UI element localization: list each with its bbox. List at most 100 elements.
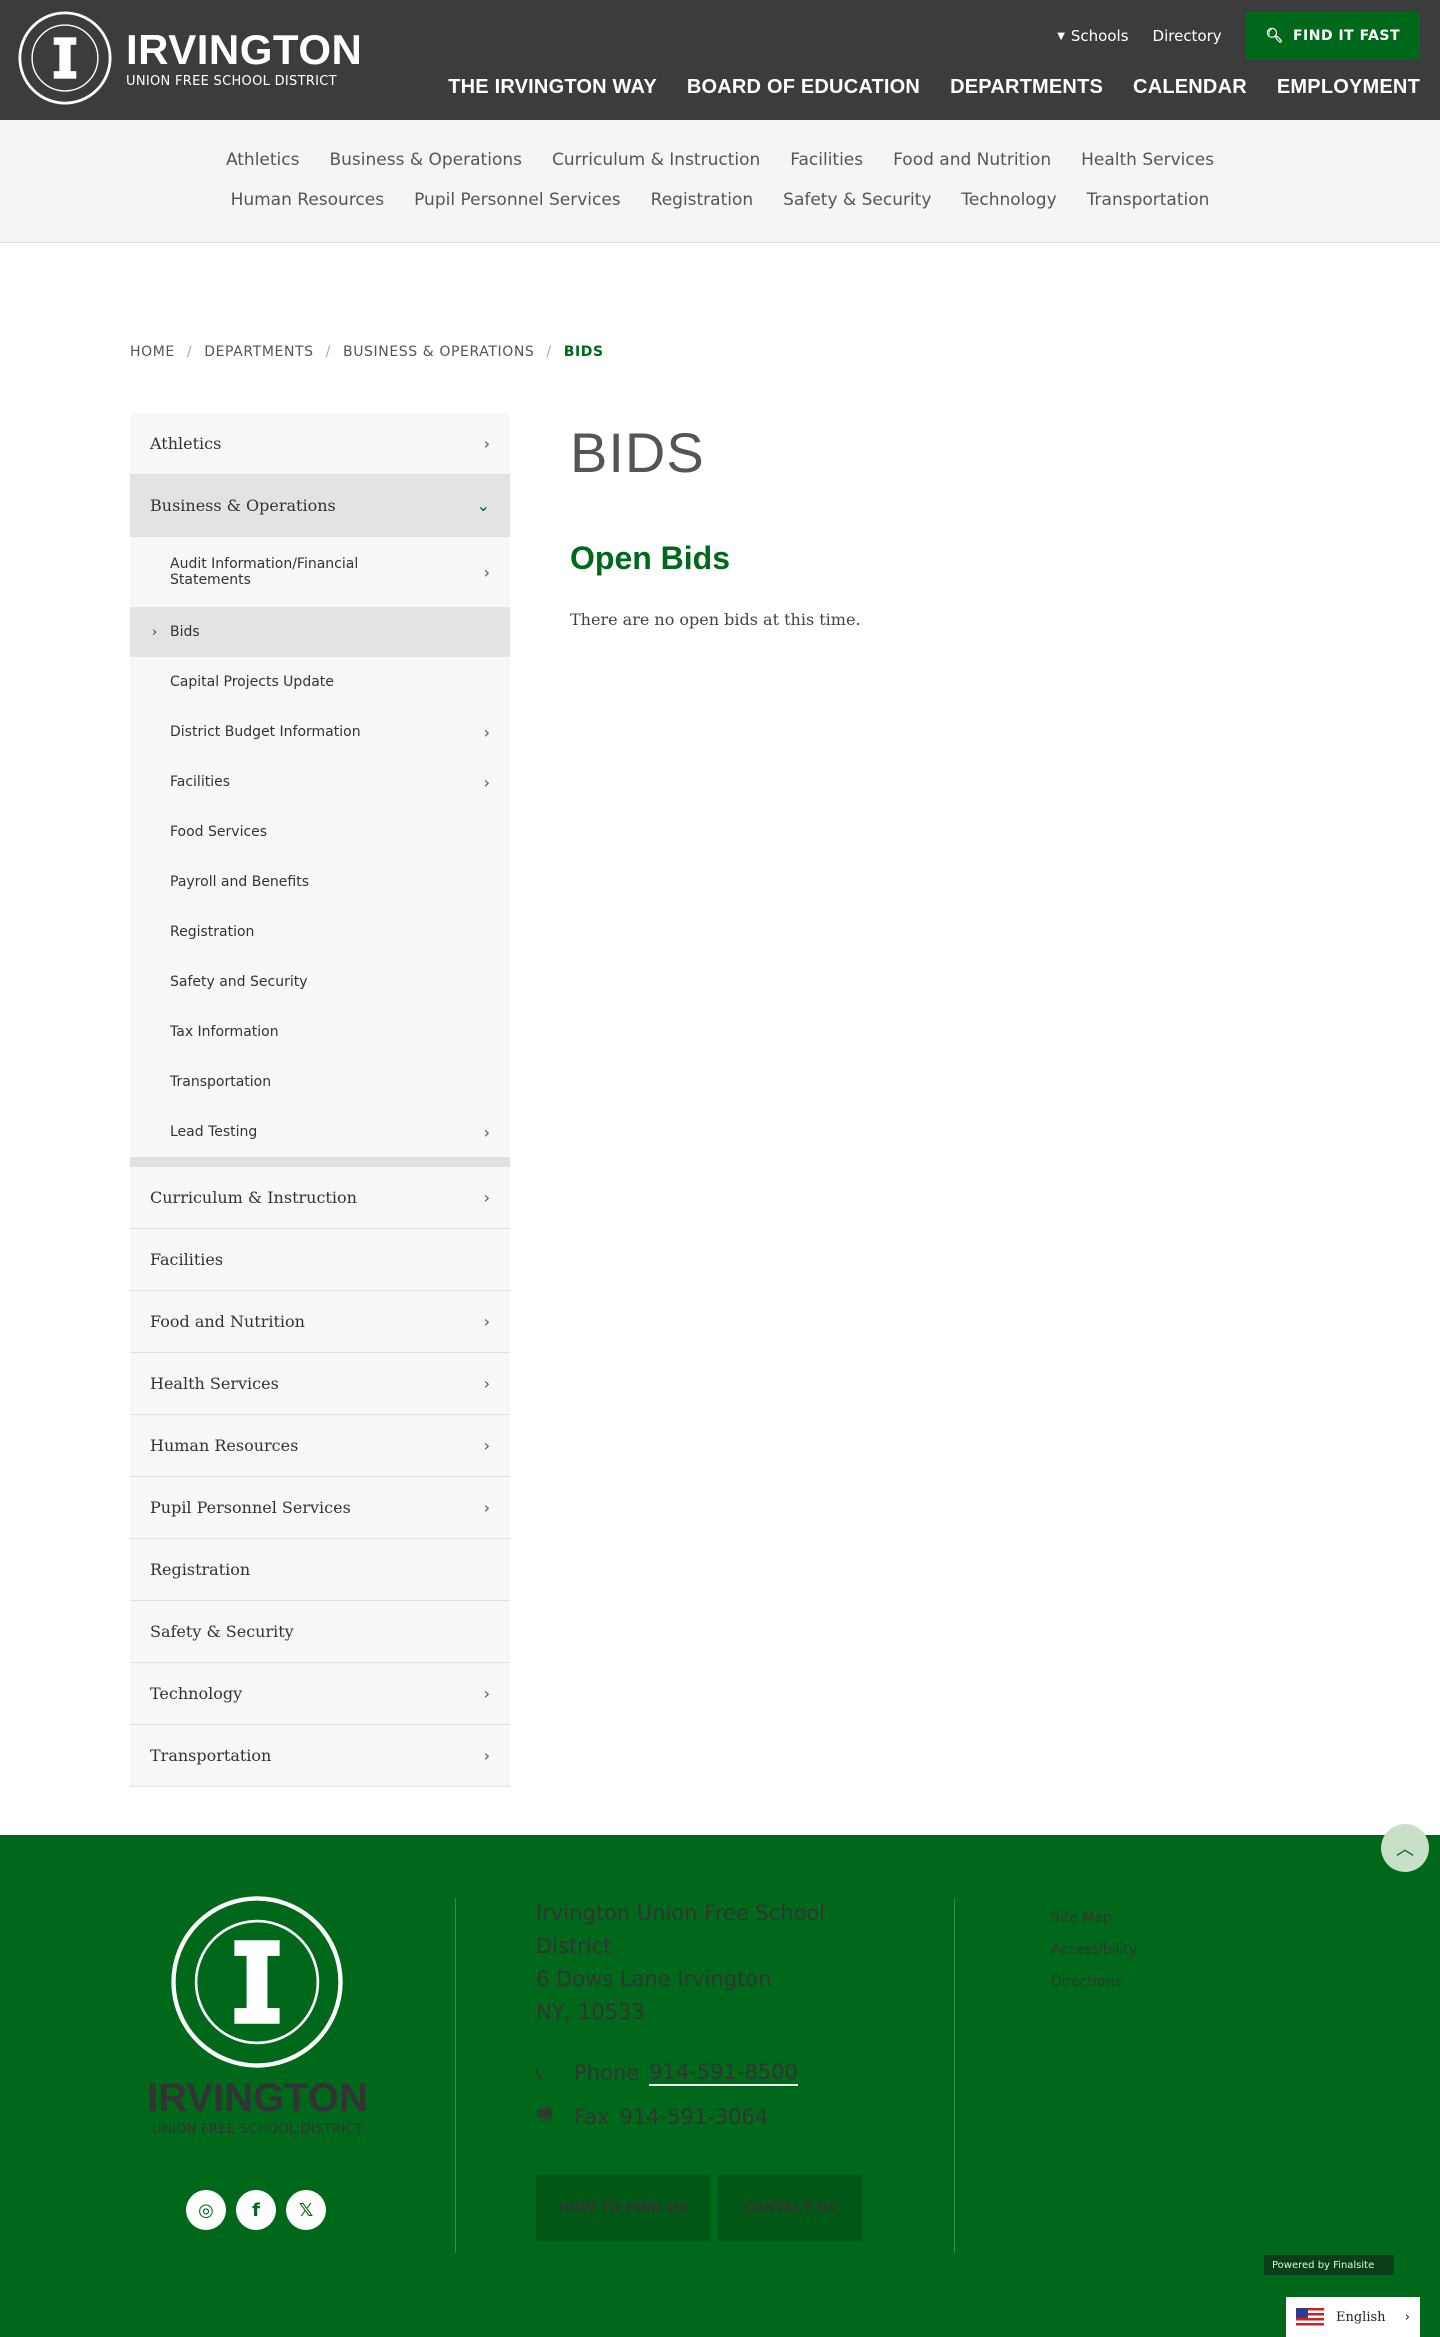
accessibility-link[interactable]: Accessibility [1051, 1934, 1137, 1966]
breadcrumb-separator: / [186, 344, 193, 360]
main-nav: THE IRVINGTON WAY BOARD OF EDUCATION DEP… [418, 76, 1420, 99]
sidebar-item-human-resources[interactable]: Human Resources › [130, 1415, 510, 1477]
facebook-icon[interactable]: f [236, 2190, 276, 2230]
chevron-down-icon[interactable]: ⌄ [477, 496, 490, 515]
chevron-right-icon[interactable]: › [484, 1188, 490, 1207]
sidebar-item-health-services[interactable]: Health Services › [130, 1353, 510, 1415]
nav-employment[interactable]: EMPLOYMENT [1277, 76, 1420, 99]
subnav-food-nutrition[interactable]: Food and Nutrition [893, 150, 1051, 170]
social-links: ◎ f 𝕏 [186, 2190, 336, 2230]
nav-irvington-way[interactable]: THE IRVINGTON WAY [448, 76, 657, 99]
directions-link[interactable]: Directions [1051, 1966, 1137, 1998]
footer-brand-name: IRVINGTON [147, 2076, 368, 2120]
sidebar-subitems: Audit Information/Financial Statements › ›… [130, 537, 510, 1157]
subnav-business-operations[interactable]: Business & Operations [329, 150, 522, 170]
breadcrumb-home[interactable]: HOME [130, 344, 175, 360]
subnav-row-1: Athletics Business & Operations Curricul… [0, 150, 1440, 170]
sidebar-subitem-capital-projects-update[interactable]: Capital Projects Update [130, 657, 510, 707]
fax-icon: 🖷︎ [536, 2104, 553, 2125]
department-subnav: Athletics Business & Operations Curricul… [0, 120, 1440, 243]
footer-divider [954, 1898, 955, 2253]
footer-phone: 📞︎ Phone 914-591-8500 [536, 2060, 798, 2086]
sidebar-subitem-lead-testing[interactable]: Lead Testing › [130, 1107, 510, 1157]
subnav-safety-security[interactable]: Safety & Security [783, 190, 931, 210]
sidebar-item-food-and-nutrition[interactable]: Food and Nutrition › [130, 1291, 510, 1353]
chevron-right-icon[interactable]: › [484, 1684, 490, 1703]
sidebar-item-facilities[interactable]: Facilities [130, 1229, 510, 1291]
powered-by-badge[interactable]: Powered by Finalsite [1264, 2255, 1394, 2275]
subnav-curriculum[interactable]: Curriculum & Instruction [552, 150, 760, 170]
chevron-right-icon[interactable]: › [484, 1436, 490, 1455]
chevron-right-icon[interactable]: › [484, 1374, 490, 1393]
instagram-icon[interactable]: ◎ [186, 2190, 226, 2230]
chevron-right-icon[interactable]: › [484, 1746, 490, 1765]
sidebar-item-registration[interactable]: Registration [130, 1539, 510, 1601]
sidebar-subitem-bids[interactable]: › Bids [130, 607, 510, 657]
phone-link[interactable]: 914-591-8500 [649, 2060, 798, 2086]
chevron-right-icon[interactable]: › [484, 1312, 490, 1331]
sidebar-subitem-registration[interactable]: Registration [130, 907, 510, 957]
home-logo-link[interactable]: IRVINGTON UNION FREE SCHOOL DISTRICT [18, 11, 362, 105]
sidebar-subitem-safety-and-security[interactable]: Safety and Security [130, 957, 510, 1007]
chevron-right-icon[interactable]: › [484, 1123, 490, 1142]
sidebar-subitem-audit-information-financial-statements[interactable]: Audit Information/Financial Statements › [130, 537, 510, 607]
chevron-right-icon[interactable]: › [484, 434, 490, 453]
sidebar-item-safety-and-security[interactable]: Safety & Security [130, 1601, 510, 1663]
how-to-find-us-button[interactable]: HOW TO FIND US [536, 2175, 710, 2241]
section-heading: Open Bids [570, 540, 731, 576]
current-page-chevron-icon: › [152, 624, 158, 640]
sidebar-item-curriculum-and-instruction[interactable]: Curriculum & Instruction › [130, 1167, 510, 1229]
nav-board-of-education[interactable]: BOARD OF EDUCATION [687, 76, 920, 99]
sidebar-item-business-operations[interactable]: Business & Operations ⌄ [130, 475, 510, 537]
footer-address: Irvington Union Free School District 6 D… [536, 1901, 826, 2024]
contact-us-button[interactable]: CONTACT US [718, 2175, 862, 2241]
footer-seal-icon [171, 1896, 343, 2068]
sidebar-item-transportation[interactable]: Transportation › [130, 1725, 510, 1787]
language-selector[interactable]: English › [1286, 2297, 1420, 2337]
sidebar-subitem-food-services[interactable]: Food Services [130, 807, 510, 857]
x-twitter-icon[interactable]: 𝕏 [286, 2190, 326, 2230]
breadcrumb-business-operations[interactable]: BUSINESS & OPERATIONS [343, 344, 534, 360]
back-to-top-button[interactable]: ︿ [1381, 1824, 1429, 1872]
sidebar-subitem-tax-information[interactable]: Tax Information [130, 1007, 510, 1057]
subnav-health-services[interactable]: Health Services [1081, 150, 1214, 170]
subnav-athletics[interactable]: Athletics [226, 150, 300, 170]
subnav-technology[interactable]: Technology [961, 190, 1056, 210]
sidebar-divider [130, 1157, 510, 1167]
chevron-right-icon[interactable]: › [484, 723, 490, 742]
site-map-link[interactable]: Site Map [1051, 1902, 1137, 1934]
subnav-registration[interactable]: Registration [651, 190, 754, 210]
sidebar-subitem-payroll-and-benefits[interactable]: Payroll and Benefits [130, 857, 510, 907]
subnav-human-resources[interactable]: Human Resources [231, 190, 385, 210]
sidebar-subitem-facilities[interactable]: Facilities › [130, 757, 510, 807]
subnav-pupil-personnel[interactable]: Pupil Personnel Services [414, 190, 621, 210]
district-seal-icon [18, 11, 112, 105]
footer-brand-subtitle: UNION FREE SCHOOL DISTRICT [152, 2122, 363, 2137]
subnav-facilities[interactable]: Facilities [790, 150, 863, 170]
sidebar-item-athletics[interactable]: Athletics › [130, 413, 510, 475]
sidebar-subitem-district-budget-information[interactable]: District Budget Information › [130, 707, 510, 757]
chevron-right-icon: › [1404, 2309, 1410, 2325]
brand-subtitle: UNION FREE SCHOOL DISTRICT [126, 73, 337, 89]
breadcrumb-departments[interactable]: DEPARTMENTS [204, 344, 313, 360]
chevron-right-icon[interactable]: › [484, 773, 490, 792]
nav-calendar[interactable]: CALENDAR [1133, 76, 1247, 99]
sidebar-item-pupil-personnel-services[interactable]: Pupil Personnel Services › [130, 1477, 510, 1539]
sidebar-item-technology[interactable]: Technology › [130, 1663, 510, 1725]
caret-down-icon: ▼ [1057, 30, 1065, 42]
directory-link[interactable]: Directory [1153, 27, 1222, 45]
footer-fax: 🖷︎ Fax 914-591-3064 [536, 2102, 768, 2132]
brand-name: IRVINGTON [126, 25, 363, 73]
us-flag-icon [1296, 2308, 1324, 2326]
breadcrumb-separator: / [325, 344, 331, 360]
chevron-right-icon[interactable]: › [484, 563, 490, 582]
find-it-fast-button[interactable]: 🔍︎ FIND IT FAST [1245, 12, 1420, 60]
schools-dropdown[interactable]: ▼ Schools [1057, 27, 1128, 45]
footer-divider [455, 1898, 456, 2253]
section-sidebar: Athletics › Business & Operations ⌄ Audit… [130, 413, 510, 1787]
subnav-transportation[interactable]: Transportation [1087, 190, 1210, 210]
sidebar-subitem-transportation[interactable]: Transportation [130, 1057, 510, 1107]
breadcrumb-current: BIDS [563, 344, 604, 360]
chevron-right-icon[interactable]: › [484, 1498, 490, 1517]
nav-departments[interactable]: DEPARTMENTS [950, 76, 1103, 99]
